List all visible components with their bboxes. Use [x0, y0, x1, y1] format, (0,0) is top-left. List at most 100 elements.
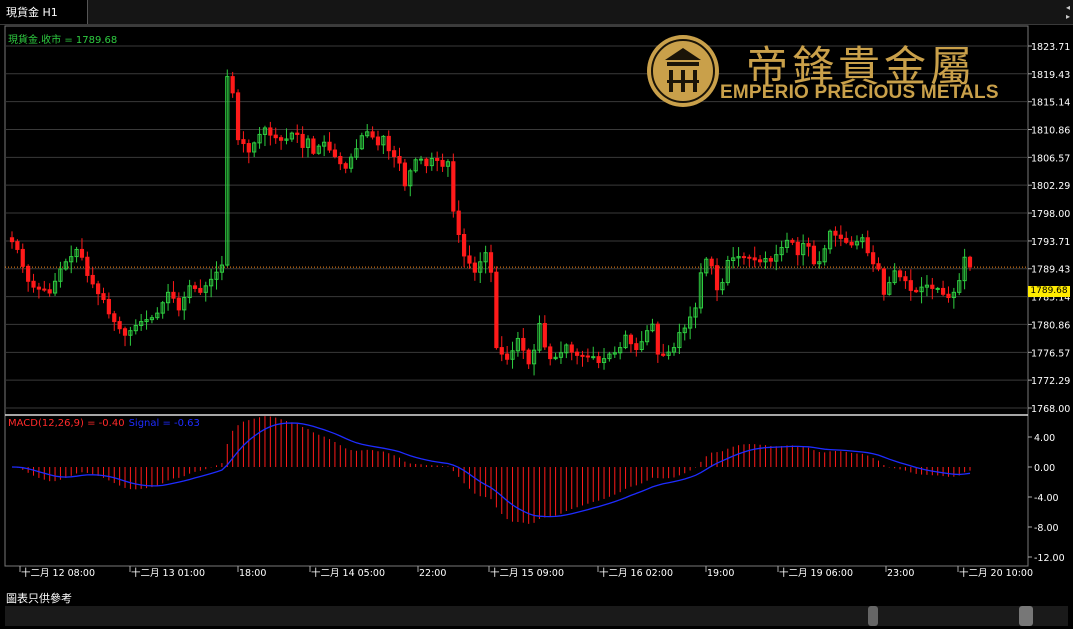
time-tick-label: 十二月 12 08:00 [21, 567, 95, 579]
candle-body [112, 313, 117, 323]
candle-body [790, 239, 795, 243]
candle-body [569, 344, 574, 353]
candle-body [117, 321, 122, 330]
candle-body [903, 276, 908, 282]
candle-body [268, 127, 273, 136]
panel-arrows-icon[interactable]: ◂ ▸ [1066, 3, 1070, 21]
candle-body [575, 351, 580, 356]
candle-body [36, 286, 42, 290]
candle-body [338, 156, 343, 165]
scrollbar-thumb[interactable] [1019, 606, 1033, 626]
tab-bar: 現貨金 H1 ◂ ▸ [0, 0, 1073, 25]
candle-body [747, 256, 752, 259]
candle-body [392, 150, 397, 158]
candle-body [295, 132, 300, 135]
candle-body [499, 347, 504, 355]
candle-body [440, 159, 445, 167]
candle-body [768, 258, 773, 262]
candle-body [101, 293, 106, 300]
candle-body [311, 138, 316, 154]
candle-body [370, 131, 375, 138]
candlestick-series [9, 69, 973, 376]
candle-body [456, 210, 461, 236]
price-tick-label: 1815.14 [1031, 98, 1070, 109]
price-tick-label: 1798.00 [1031, 209, 1070, 220]
candle-body [935, 287, 940, 290]
candle-body [47, 289, 52, 294]
signal-value-label: Signal = -0.63 [128, 418, 200, 429]
candle-body [418, 158, 424, 161]
candle-body [758, 259, 763, 263]
current-price-marker: 1789.68 [1028, 286, 1070, 298]
candle-body [451, 161, 456, 212]
macd-value-label: MACD(12,26,9) = -0.40 [8, 418, 125, 429]
tab-spot-gold-h1[interactable]: 現貨金 H1 [0, 0, 88, 24]
candle-body [897, 270, 903, 278]
scrollbar-left-handle[interactable] [868, 606, 878, 626]
candle-body [192, 285, 198, 289]
candle-body [505, 353, 510, 360]
candle-body [967, 256, 973, 268]
candle-body [332, 149, 338, 158]
candle-body [548, 346, 553, 360]
candle-body [386, 135, 391, 152]
macd-tick-label: 0.00 [1034, 463, 1055, 474]
candle-body [634, 343, 639, 351]
time-tick-label: 十二月 13 01:00 [131, 567, 205, 579]
candle-body [20, 248, 25, 267]
candle-body [585, 355, 590, 358]
chart-canvas[interactable]: 1823.71 1819.43 1815.14 1810.86 1806.57 1802.… [0, 25, 1073, 581]
macd-tick-label: -4.00 [1034, 493, 1059, 504]
company-logo-seal [647, 35, 719, 107]
candle-body [327, 141, 332, 151]
price-tick-label: 1793.71 [1031, 237, 1070, 248]
macd-histogram [16, 416, 971, 524]
time-tick-label: 十二月 16 02:00 [599, 567, 673, 579]
candle-body [435, 157, 440, 161]
chart-disclaimer: 圖表只供參考 [6, 592, 72, 605]
candle-body [908, 280, 913, 291]
price-tick-label: 1802.29 [1031, 181, 1070, 192]
candle-body [833, 230, 838, 236]
candle-body [26, 265, 31, 282]
candle-body [714, 265, 720, 291]
macd-axis: 4.00 0.00 -4.00 -8.00 -12.00 [1028, 433, 1065, 564]
candle-body [844, 237, 849, 243]
price-tick-label: 1772.29 [1031, 376, 1070, 387]
candle-body [580, 354, 585, 357]
price-axis: 1823.71 1819.43 1815.14 1810.86 1806.57 1802.… [1028, 42, 1070, 415]
macd-tick-label: -12.00 [1034, 553, 1065, 564]
candle-body [467, 255, 472, 264]
candle-body [15, 241, 20, 250]
candle-body [230, 76, 235, 94]
candle-body [9, 237, 15, 243]
candle-body [122, 328, 128, 336]
tab-label: 現貨金 H1 [6, 6, 58, 19]
candle-body [940, 287, 946, 295]
candle-body [246, 143, 251, 153]
candle-body [628, 334, 634, 345]
macd-tick-label: -8.00 [1034, 523, 1059, 534]
candle-body [806, 243, 811, 247]
macd-tick-label: 4.00 [1034, 433, 1055, 444]
price-tick-label: 1806.57 [1031, 153, 1070, 164]
logo-english-name: EMPERIO PRECIOUS METALS [720, 82, 999, 103]
time-tick-label: 十二月 20 10:00 [959, 567, 1033, 579]
candle-body [488, 252, 494, 273]
chart-scrollbar[interactable] [5, 606, 1068, 626]
candle-body [198, 287, 203, 293]
price-tick-label: 1789.43 [1031, 265, 1070, 276]
candle-body [596, 356, 601, 364]
chart-grid [4, 25, 1029, 567]
candle-body [494, 271, 499, 349]
candle-body [542, 323, 547, 348]
price-series-label: 現貨金.收市 = 1789.68 [8, 35, 118, 46]
time-tick-label: 18:00 [239, 568, 266, 579]
candle-body [876, 263, 881, 270]
candle-body [871, 252, 876, 265]
time-axis: 十二月 12 08:00 十二月 13 01:00 18:00 十二月 14 05:0… [19, 566, 1033, 579]
candle-body [526, 349, 531, 365]
candle-body [235, 92, 241, 141]
candle-body [273, 134, 278, 139]
candle-body [176, 297, 181, 311]
